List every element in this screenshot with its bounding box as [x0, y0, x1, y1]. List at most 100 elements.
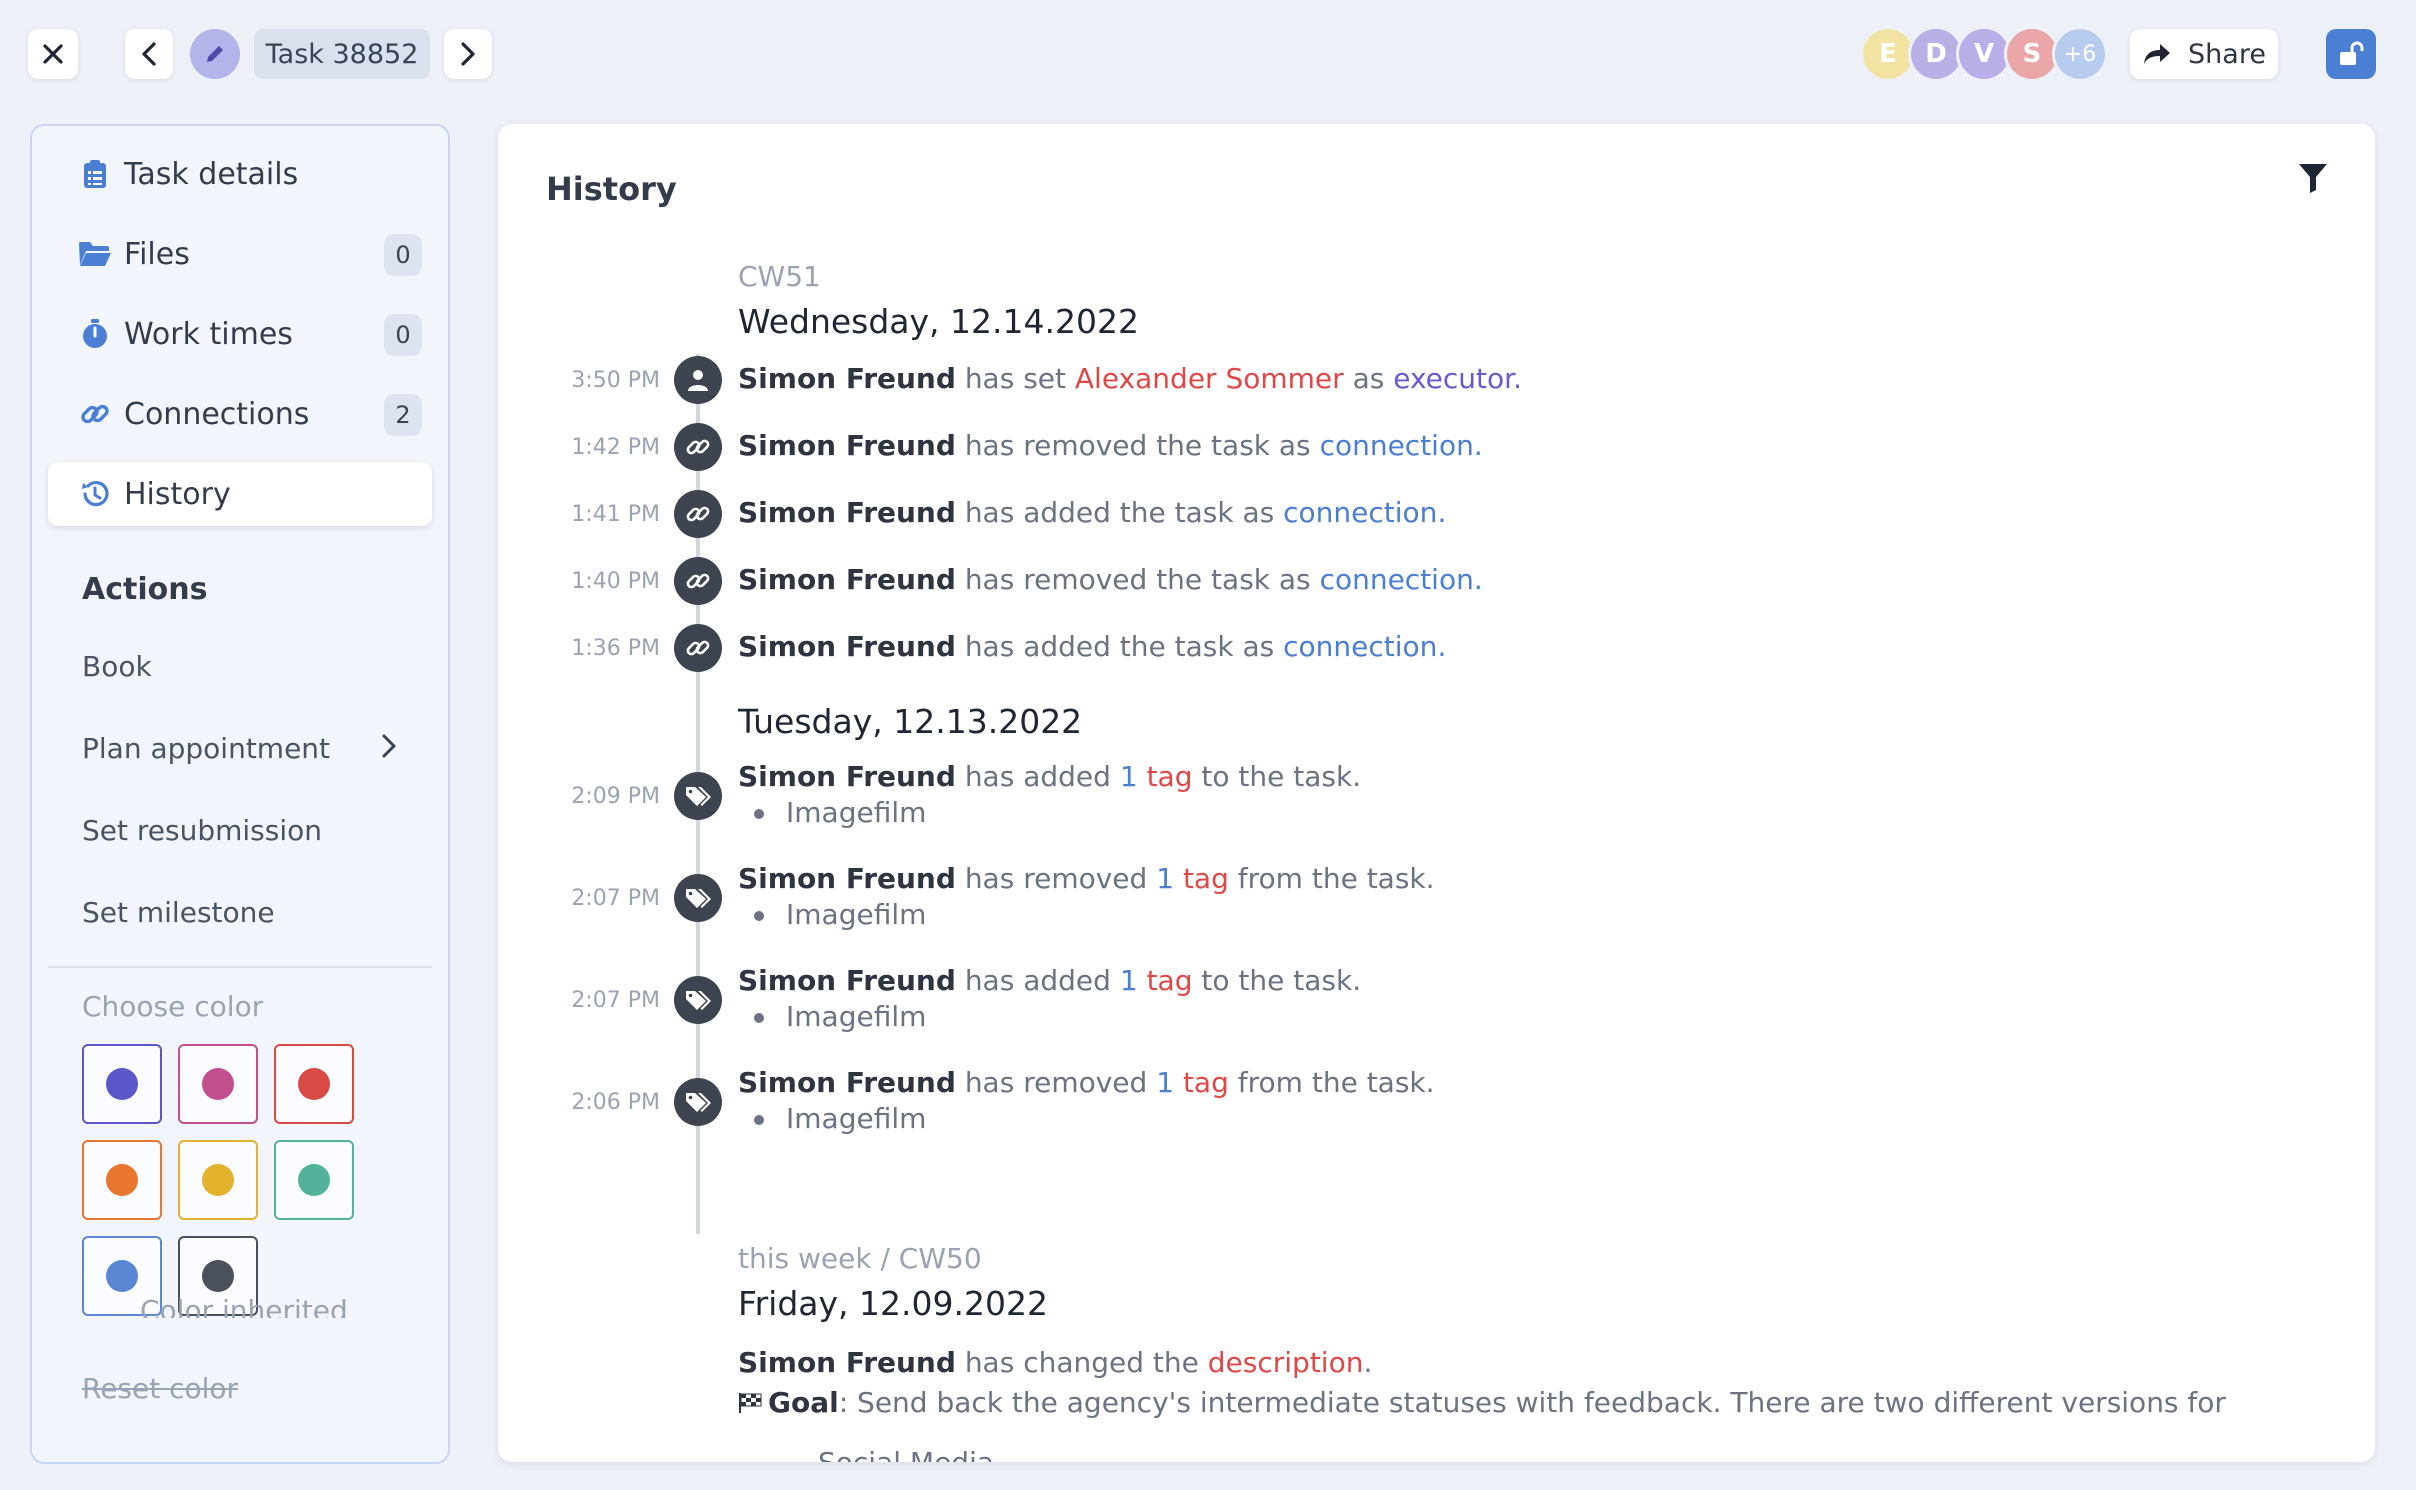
page-title: History [546, 170, 677, 208]
color-dot [202, 1260, 234, 1292]
event-period: . [1437, 496, 1447, 529]
choose-color-label: Choose color [82, 990, 264, 1023]
event-tag-link[interactable]: tag [1183, 862, 1229, 895]
share-label: Share [2188, 38, 2266, 70]
filter-icon[interactable] [2298, 162, 2328, 194]
link-icon [686, 506, 710, 522]
day-heading: Tuesday, 12.13.2022 [738, 702, 1083, 741]
event-connection-link[interactable]: connection [1320, 563, 1474, 596]
lock-toggle-button[interactable] [2326, 29, 2376, 79]
event-actor[interactable]: Simon Freund [738, 630, 956, 663]
tag-list-item: Imagefilm [754, 1000, 926, 1033]
tag-event-icon [674, 976, 722, 1024]
event-tag-link[interactable]: tag [1183, 1066, 1229, 1099]
tags-icon [686, 1093, 711, 1112]
stopwatch-icon [78, 317, 112, 351]
event-time: 1:40 PM [571, 569, 660, 594]
event-text: Simon Freund has removed 1 tag from the … [738, 862, 1435, 895]
event-count: 1 [1156, 862, 1175, 895]
connection-event-icon [674, 423, 722, 471]
event-description-link[interactable]: description [1208, 1346, 1364, 1379]
action-book[interactable]: Book [82, 650, 152, 683]
event-actor[interactable]: Simon Freund [738, 429, 956, 462]
event-time: 2:09 PM [571, 784, 660, 809]
edit-button[interactable] [190, 29, 240, 79]
reset-color-link[interactable]: Reset color [82, 1372, 238, 1405]
next-task-button[interactable] [444, 29, 492, 79]
sidebar-item-files[interactable]: Files 0 [48, 222, 432, 286]
event-connection-link[interactable]: connection [1283, 496, 1437, 529]
tags-icon [686, 991, 711, 1010]
event-actor[interactable]: Simon Freund [738, 1346, 956, 1379]
event-connection-link[interactable]: connection [1283, 630, 1437, 663]
action-set-milestone[interactable]: Set milestone [82, 896, 275, 929]
event-verb: has set [964, 362, 1066, 395]
event-text: Simon Freund has added 1 tag to the task… [738, 964, 1361, 997]
tag-name: Imagefilm [786, 898, 927, 931]
checkered-flag-icon [739, 1393, 762, 1413]
event-suffix: from the task. [1237, 862, 1435, 895]
action-plan-appointment[interactable]: Plan appointment [82, 732, 330, 765]
unlock-icon [2340, 41, 2364, 65]
event-actor[interactable]: Simon Freund [738, 496, 956, 529]
event-actor[interactable]: Simon Freund [738, 760, 956, 793]
color-swatch[interactable] [178, 1140, 258, 1220]
sidebar-item-work-times[interactable]: Work times 0 [48, 302, 432, 366]
share-icon [2144, 44, 2171, 64]
chevron-left-icon [142, 42, 156, 66]
actions-heading: Actions [82, 572, 208, 607]
link-icon [686, 640, 710, 656]
event-text: Simon Freund has changed the description… [738, 1346, 1372, 1379]
event-actor[interactable]: Simon Freund [738, 1066, 956, 1099]
color-swatch[interactable] [82, 1044, 162, 1124]
event-tag-link[interactable]: tag [1147, 760, 1193, 793]
event-time: 2:07 PM [571, 988, 660, 1013]
connection-event-icon [674, 624, 722, 672]
event-period: . [1437, 630, 1447, 663]
event-time: 1:41 PM [571, 502, 660, 527]
color-swatch[interactable] [178, 1044, 258, 1124]
event-actor[interactable]: Simon Freund [738, 362, 956, 395]
close-button[interactable] [28, 29, 78, 79]
share-button[interactable]: Share [2130, 29, 2278, 79]
event-role-link[interactable]: executor [1393, 362, 1513, 395]
folder-icon [78, 237, 112, 271]
action-set-resubmission[interactable]: Set resubmission [82, 814, 322, 847]
sidebar-item-connections[interactable]: Connections 2 [48, 382, 432, 446]
event-verb: has added the task as [964, 496, 1275, 529]
event-text: Simon Freund has removed the task as con… [738, 429, 1483, 462]
event-actor[interactable]: Simon Freund [738, 964, 956, 997]
event-actor[interactable]: Simon Freund [738, 862, 956, 895]
history-icon [78, 477, 112, 511]
previous-task-button[interactable] [125, 29, 173, 79]
event-text: Simon Freund has set Alexander Sommer as… [738, 362, 1522, 395]
event-tag-link[interactable]: tag [1147, 964, 1193, 997]
event-verb: has added the task as [964, 630, 1275, 663]
event-actor[interactable]: Simon Freund [738, 563, 956, 596]
tag-list-item: Imagefilm [754, 796, 926, 829]
color-swatch[interactable] [274, 1044, 354, 1124]
chevron-right-icon[interactable] [380, 732, 398, 760]
color-swatch[interactable] [82, 1140, 162, 1220]
sidebar-item-task-details[interactable]: Task details [48, 142, 432, 206]
week-label: this week / CW50 [738, 1242, 982, 1275]
color-dot [298, 1164, 330, 1196]
event-verb: has removed [964, 862, 1148, 895]
pencil-icon [207, 46, 223, 62]
event-text: Simon Freund has added 1 tag to the task… [738, 760, 1361, 793]
more-participants-badge[interactable]: +6 [2052, 26, 2108, 82]
event-connection-link[interactable]: connection [1320, 429, 1474, 462]
event-text: Simon Freund has added the task as conne… [738, 630, 1446, 663]
close-icon [43, 44, 63, 64]
event-person-link[interactable]: Alexander Sommer [1075, 362, 1344, 395]
tag-list-item: Imagefilm [754, 1102, 926, 1135]
color-dot [202, 1068, 234, 1100]
day-heading: Friday, 12.09.2022 [738, 1284, 1048, 1323]
color-swatch[interactable] [274, 1140, 354, 1220]
participant-avatars[interactable]: E D V S +6 [1860, 26, 2120, 82]
sidebar-item-history[interactable]: History [48, 462, 432, 526]
event-text: Simon Freund has removed 1 tag from the … [738, 1066, 1435, 1099]
event-verb: has added [964, 964, 1111, 997]
task-id-label: Task 38852 [254, 29, 430, 79]
link-icon [686, 573, 710, 589]
